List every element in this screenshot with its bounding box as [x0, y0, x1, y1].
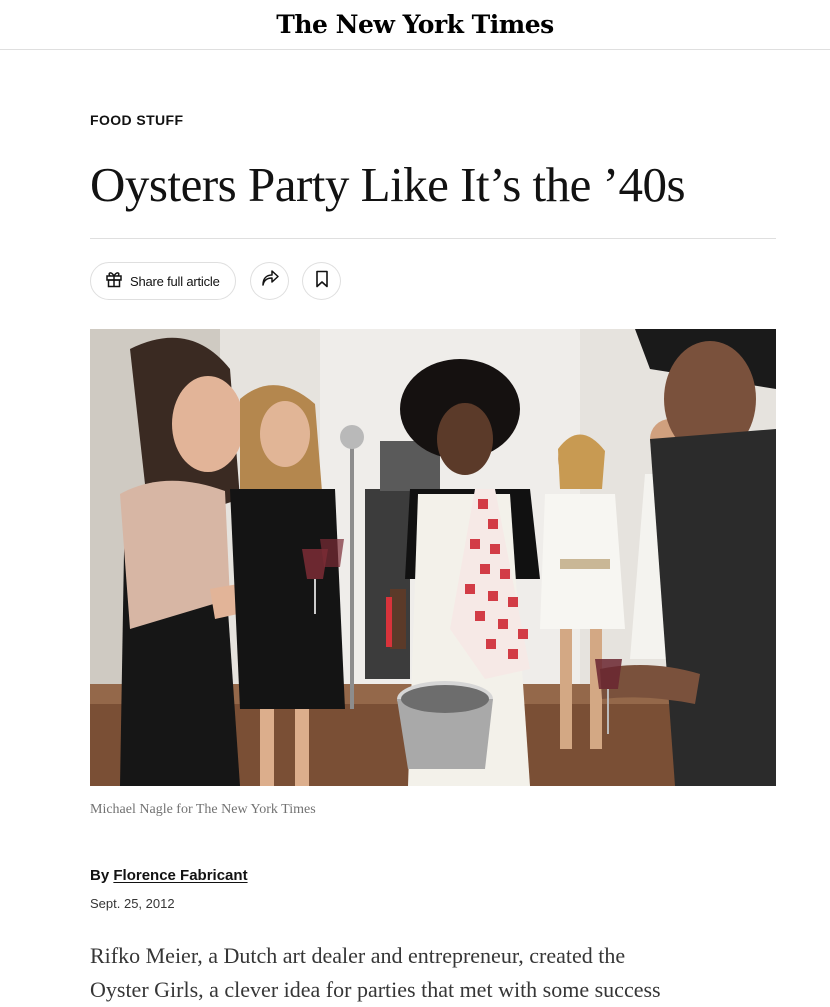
save-button[interactable] — [302, 262, 341, 300]
article-headline: Oysters Party Like It’s the ’40s — [90, 157, 686, 212]
photo-credit: Michael Nagle for The New York Times — [90, 802, 316, 817]
share-full-article-label: Share full article — [130, 273, 220, 289]
share-button[interactable] — [250, 262, 289, 300]
nyt-logo[interactable]: The New York Times — [276, 9, 554, 41]
share-arrow-icon — [260, 269, 280, 294]
headline-divider — [90, 238, 776, 239]
party-scene-illustration — [90, 329, 776, 786]
masthead: The New York Times — [0, 0, 830, 50]
author-link[interactable]: Florence Fabricant — [113, 867, 247, 884]
article-body: Rifko Meier, a Dutch art dealer and entr… — [90, 939, 770, 1007]
body-line: Oyster Girls, a clever idea for parties … — [90, 977, 661, 1002]
byline: By Florence Fabricant — [90, 867, 248, 884]
bookmark-icon — [312, 269, 332, 294]
section-kicker[interactable]: FOOD STUFF — [90, 112, 183, 128]
body-line: Rifko Meier, a Dutch art dealer and entr… — [90, 943, 626, 968]
article-photo — [90, 329, 776, 786]
share-full-article-button[interactable]: Share full article — [90, 262, 236, 300]
gift-icon — [104, 269, 124, 294]
publish-date: Sept. 25, 2012 — [90, 896, 175, 911]
byline-prefix: By — [90, 867, 110, 884]
